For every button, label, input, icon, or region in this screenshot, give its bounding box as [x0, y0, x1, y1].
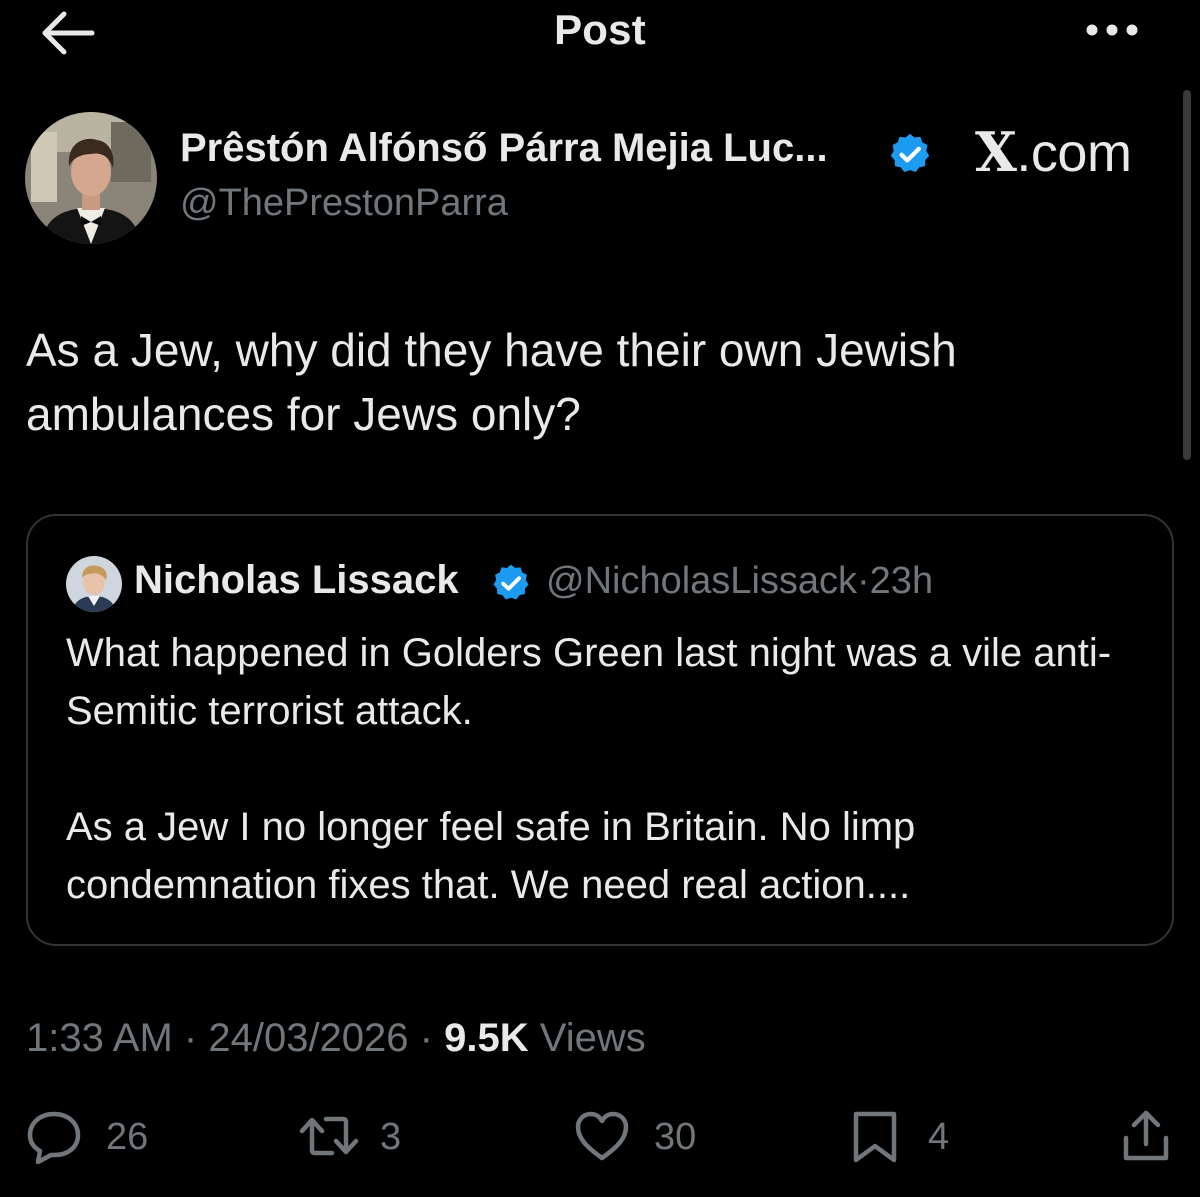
- post-page: Post Prêstón Alfónső Párra Mejia Luc...: [0, 0, 1200, 1197]
- views-label[interactable]: Views: [540, 1016, 646, 1060]
- heart-icon: [575, 1111, 629, 1161]
- author-handle[interactable]: @ThePrestonParra: [180, 182, 508, 225]
- share-icon: [1123, 1110, 1169, 1161]
- quote-avatar-image: [66, 556, 122, 612]
- reply-button[interactable]: 26: [24, 1108, 164, 1164]
- quote-author-name: Nicholas Lissack: [134, 558, 459, 602]
- quote-avatar[interactable]: [66, 556, 122, 612]
- repost-count: 3: [380, 1116, 402, 1158]
- x-com-watermark: X.com: [975, 120, 1132, 184]
- meta-separator: ·: [183, 1016, 198, 1060]
- page-title: Post: [554, 6, 646, 53]
- quote-verified-badge-icon: [493, 564, 529, 600]
- views-count[interactable]: 9.5K: [444, 1016, 529, 1060]
- like-button[interactable]: 30: [572, 1108, 722, 1164]
- avatar-image: [25, 112, 157, 244]
- bookmark-button[interactable]: 4: [848, 1108, 968, 1164]
- quote-handle: @NicholasLissack: [546, 560, 858, 602]
- share-button[interactable]: [1118, 1108, 1174, 1164]
- author-avatar[interactable]: [25, 112, 157, 244]
- scrollbar[interactable]: [1183, 90, 1191, 460]
- post-text: As a Jew, why did they have their own Je…: [26, 324, 957, 440]
- repost-button[interactable]: 3: [296, 1108, 416, 1164]
- reply-count: 26: [106, 1116, 149, 1158]
- quote-meta: @NicholasLissack·23h: [546, 560, 933, 603]
- reply-icon: [27, 1111, 81, 1164]
- repost-icon: [299, 1116, 359, 1156]
- meta-separator: ·: [419, 1016, 433, 1060]
- quoted-post-card[interactable]: Nicholas Lissack @NicholasLissack·23h Wh…: [26, 514, 1174, 946]
- like-count: 30: [654, 1116, 697, 1158]
- post-meta: 1:33 AM · 24/03/2026 · 9.5K Views: [26, 1016, 646, 1061]
- author-name[interactable]: Prêstón Alfónső Párra Mejia Luc...: [180, 126, 828, 171]
- x-logo: X: [975, 120, 1017, 184]
- post-time: 1:33 AM: [26, 1016, 173, 1060]
- quote-separator: ·: [857, 560, 870, 602]
- more-horizontal-icon: [1086, 24, 1138, 36]
- quote-time: 23h: [869, 560, 934, 602]
- bookmark-icon: [853, 1111, 897, 1163]
- top-bar: Post: [0, 0, 1200, 70]
- quote-text: What happened in Golders Green last nigh…: [66, 631, 1112, 907]
- post-date: 24/03/2026: [208, 1016, 409, 1060]
- watermark-suffix: .com: [1016, 123, 1132, 183]
- bookmark-count: 4: [928, 1116, 950, 1158]
- verified-badge-icon: [890, 133, 930, 173]
- more-button[interactable]: [1080, 14, 1144, 46]
